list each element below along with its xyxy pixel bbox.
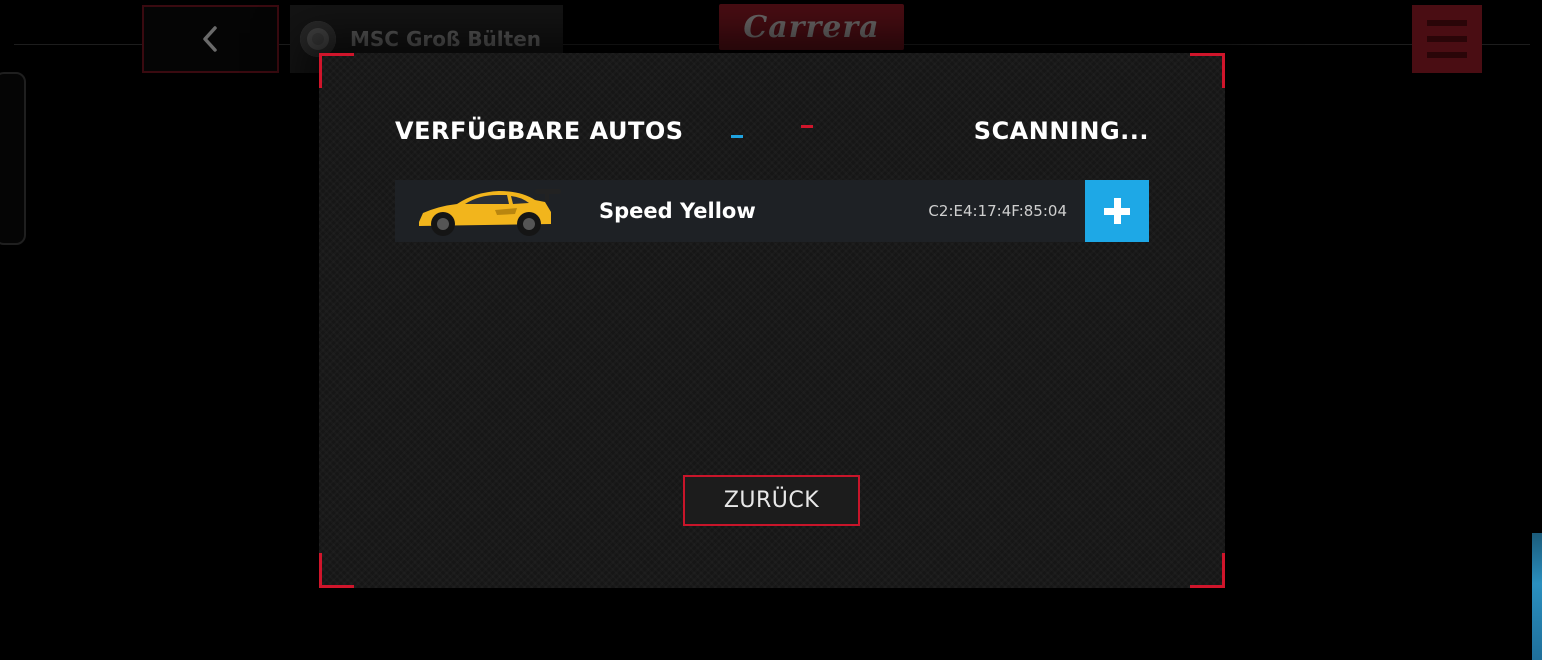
add-car-button[interactable] [1085, 180, 1149, 242]
menu-button[interactable] [1412, 5, 1482, 73]
track-name: MSC Groß Bülten [350, 27, 542, 51]
car-list-item[interactable]: Speed Yellow C2:E4:17:4F:85:04 [395, 180, 1149, 242]
background-edge [1532, 533, 1542, 660]
corner-decoration [319, 553, 354, 588]
scan-indicator-red [801, 125, 813, 128]
corner-decoration [319, 53, 354, 88]
available-cars-dialog: VERFÜGBARE AUTOS SCANNING... Speed Yello… [319, 53, 1225, 588]
corner-decoration [1190, 553, 1225, 588]
track-icon [300, 21, 336, 57]
car-mac-address: C2:E4:17:4F:85:04 [928, 202, 1067, 220]
chevron-left-icon [202, 26, 217, 52]
scan-indicator-blue [731, 135, 743, 138]
scan-status: SCANNING... [973, 117, 1149, 145]
dialog-title: VERFÜGBARE AUTOS [395, 117, 684, 145]
back-button[interactable] [142, 5, 279, 73]
carrera-logo: Carrera [719, 4, 904, 50]
back-dialog-button[interactable]: ZURÜCK [683, 475, 860, 526]
logo-text: Carrera [743, 9, 880, 45]
corner-decoration [1190, 53, 1225, 88]
side-drawer-handle[interactable] [0, 72, 26, 245]
car-image [395, 180, 565, 242]
hamburger-menu-icon [1427, 20, 1467, 26]
car-name: Speed Yellow [599, 199, 756, 223]
